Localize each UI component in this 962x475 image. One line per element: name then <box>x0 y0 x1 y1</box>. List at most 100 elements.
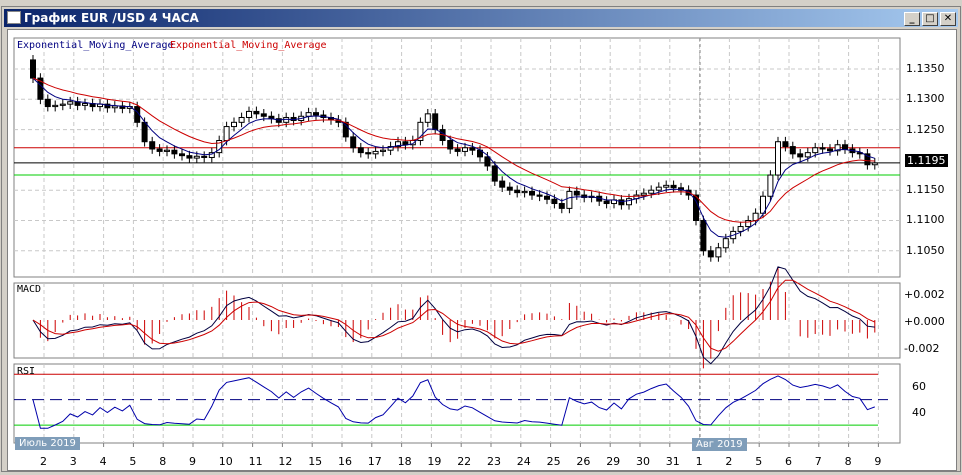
candle-body <box>350 136 357 149</box>
price-tick: 1.1100 <box>906 213 945 226</box>
ema-fast-line <box>32 77 875 238</box>
candle-body <box>663 184 670 188</box>
date-tick: 23 <box>487 455 501 468</box>
candle-body <box>812 147 819 154</box>
date-tick: 16 <box>338 455 352 468</box>
candle-body <box>491 165 498 182</box>
date-tick: 8 <box>159 455 167 468</box>
candle-body <box>253 110 260 115</box>
candle-body <box>462 147 468 152</box>
candle-body <box>223 126 230 142</box>
legend-ema-fast: Exponential_Moving_Average <box>17 40 174 51</box>
candle-body <box>700 220 707 252</box>
close-button[interactable]: ✕ <box>940 12 956 26</box>
price-tick: 1.1350 <box>906 62 945 75</box>
candle-body <box>193 155 200 159</box>
maximize-button[interactable]: □ <box>922 12 938 26</box>
macd-tick: +0.002 <box>904 288 945 301</box>
date-tick: 4 <box>99 455 107 468</box>
candle-body <box>775 141 781 176</box>
chart-window: График EUR /USD 4 ЧАСА _ □ ✕ Exponential… <box>1 6 961 472</box>
price-tick: 1.1050 <box>906 244 945 257</box>
date-tick: 17 <box>367 455 382 468</box>
candle-body <box>186 155 193 159</box>
candle-body <box>655 186 662 191</box>
date-tick: 7 <box>814 455 822 468</box>
candle-body <box>506 186 513 191</box>
rsi-tick: 60 <box>912 380 926 393</box>
legend-ema-slow: Exponential_Moving_Average <box>170 40 327 51</box>
candle-body <box>260 113 267 117</box>
date-tick: 19 <box>427 455 442 468</box>
date-tick: 15 <box>308 455 323 468</box>
candle-body <box>603 200 610 205</box>
candle-body <box>357 147 364 154</box>
date-tick: 22 <box>457 455 472 468</box>
rsi-panel <box>13 363 901 444</box>
title-bar[interactable]: График EUR /USD 4 ЧАСА _ □ ✕ <box>4 9 958 27</box>
candle-body <box>782 141 789 148</box>
candle-body <box>529 190 535 196</box>
candle-body <box>171 149 178 155</box>
candle-body <box>59 103 66 106</box>
date-tick: 9 <box>874 455 882 468</box>
month-label-august: Авг 2019 <box>692 438 747 451</box>
minimize-button[interactable]: _ <box>904 12 920 26</box>
current-price-label: 1.1195 <box>905 154 948 167</box>
candle-body <box>30 59 36 79</box>
macd-tick: -0.002 <box>904 342 940 355</box>
candle-body <box>432 113 439 131</box>
candle-body <box>521 190 528 194</box>
candle-body <box>231 121 237 128</box>
candle-body <box>305 112 312 117</box>
candle-body <box>246 110 252 118</box>
candle-body <box>514 189 521 194</box>
date-tick: 18 <box>397 455 412 468</box>
candle-body <box>715 247 722 258</box>
candle-body <box>149 141 156 150</box>
chart-canvas[interactable] <box>8 30 958 472</box>
chart-area[interactable]: Exponential_Moving_Average Exponential_M… <box>7 29 957 471</box>
date-tick: 29 <box>606 455 621 468</box>
date-tick: 5 <box>129 455 137 468</box>
candle-body <box>372 150 379 155</box>
candle-body <box>827 148 833 152</box>
month-label-july: Июль 2019 <box>15 437 80 450</box>
candle-body <box>238 116 245 123</box>
candle-body <box>558 203 565 209</box>
candle-body <box>67 101 74 105</box>
date-tick: 2 <box>725 455 733 468</box>
candle-body <box>648 189 655 194</box>
candle-body <box>618 199 625 206</box>
date-tick: 3 <box>69 455 77 468</box>
candle-body <box>365 152 372 155</box>
candle-body <box>566 190 573 209</box>
candle-body <box>842 144 848 150</box>
date-tick: 1 <box>695 455 703 468</box>
candle-body <box>640 192 647 196</box>
date-tick: 30 <box>636 455 650 468</box>
candle-body <box>179 153 185 157</box>
candle-body <box>44 98 51 108</box>
window-title: График EUR /USD 4 ЧАСА <box>24 11 199 25</box>
rsi-label: RSI <box>17 366 36 377</box>
candle-body <box>536 194 543 197</box>
candle-body <box>402 141 409 146</box>
chart-app-icon <box>7 11 21 24</box>
candle-body <box>111 105 118 109</box>
date-tick: 6 <box>785 455 792 468</box>
macd-panel <box>13 282 901 359</box>
rsi-tick: 40 <box>912 406 926 419</box>
price-tick: 1.1300 <box>906 92 945 105</box>
date-tick: 11 <box>248 455 263 468</box>
candle-body <box>52 104 59 108</box>
candle-body <box>283 116 290 123</box>
candle-body <box>499 180 506 188</box>
candle-body <box>141 121 148 143</box>
candle-body <box>544 195 550 200</box>
candle-body <box>156 148 163 152</box>
candle-body <box>201 155 208 158</box>
date-tick: 12 <box>278 455 293 468</box>
candle-body <box>484 156 491 167</box>
candle-body <box>670 184 677 189</box>
